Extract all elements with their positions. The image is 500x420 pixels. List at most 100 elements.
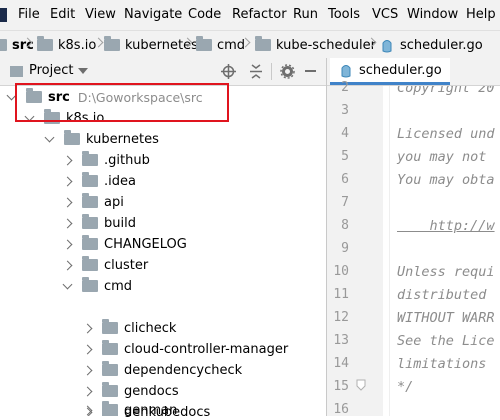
toolbar-divider: [271, 63, 272, 80]
tree-item-label: cloud-controller-manager: [124, 341, 289, 357]
chevron-right-icon[interactable]: [82, 323, 93, 333]
chevron-right-icon[interactable]: [62, 176, 73, 186]
line-number: 4: [341, 126, 349, 141]
gear-icon[interactable]: [280, 64, 295, 79]
chevron-right-icon[interactable]: [82, 365, 93, 375]
chevron-right-icon[interactable]: [82, 344, 93, 354]
chevron-down-icon[interactable]: [62, 279, 73, 289]
menu-refactor[interactable]: Refactor: [232, 7, 287, 23]
folder-icon: [196, 36, 212, 51]
tree-item-label: .github: [104, 152, 150, 168]
breadcrumb-k8s-io[interactable]: k8s.io: [37, 36, 96, 54]
chevron-right-icon[interactable]: [62, 239, 73, 249]
chevron-right-icon[interactable]: [62, 197, 73, 207]
folder-icon: [102, 382, 118, 397]
highlight-box: [15, 83, 229, 122]
collapse-all-icon[interactable]: [249, 64, 263, 79]
line-number: 5: [341, 149, 349, 164]
code-line: distributed: [397, 287, 487, 303]
breadcrumb-kube-scheduler[interactable]: kube-scheduler: [255, 36, 376, 54]
go-file-icon: [382, 40, 392, 53]
tree-item-dependencycheck[interactable]: dependencycheck: [82, 360, 242, 380]
code-editor[interactable]: Copyright 20 Licensed und you may not Yo…: [383, 86, 500, 416]
folder-icon: [82, 235, 98, 250]
code-line: See the Lice: [397, 333, 495, 349]
menu-run[interactable]: Run: [293, 7, 318, 23]
tree-item-cluster[interactable]: cluster: [62, 255, 148, 275]
chevron-right-icon[interactable]: [62, 155, 73, 165]
tree-item-build[interactable]: build: [62, 213, 136, 233]
folder-icon: [102, 401, 118, 416]
tree-item-label: build: [104, 215, 136, 231]
fold-marker-icon[interactable]: [356, 379, 366, 391]
chevron-right-icon[interactable]: [62, 260, 73, 270]
app-logo-icon: [0, 8, 7, 22]
breadcrumb-label: scheduler.go: [400, 37, 483, 53]
menu-help[interactable]: Help: [466, 7, 496, 23]
tree-item-label: cluster: [104, 257, 149, 273]
menu-window[interactable]: Window: [407, 7, 458, 23]
menu-edit[interactable]: Edit: [50, 7, 75, 23]
chevron-right-icon[interactable]: [82, 405, 93, 415]
panel-title[interactable]: Project: [29, 63, 73, 78]
code-line: you may not: [397, 149, 487, 165]
tree-item-label: .idea: [104, 173, 136, 189]
tree-item-kubernetes[interactable]: kubernetes: [44, 129, 159, 149]
tree-item-genman[interactable]: genman: [82, 400, 177, 420]
tree-item-gendocs[interactable]: gendocs: [82, 381, 179, 401]
folder-icon: [82, 214, 98, 229]
breadcrumb-cmd[interactable]: cmd: [196, 36, 245, 54]
folder-icon: [255, 36, 271, 51]
menu-tools[interactable]: Tools: [328, 7, 360, 23]
code-link[interactable]: http://w: [397, 218, 495, 234]
folder-icon: [104, 36, 120, 51]
editor-gutter: 2 3 4 5 6 7 8 9 10 11 12 13 14 15 16: [327, 80, 383, 417]
line-number: 3: [341, 103, 349, 118]
navigation-bar: src k8s.io kubernetes cmd kube-scheduler…: [0, 30, 500, 60]
tree-item-github[interactable]: .github: [62, 150, 150, 170]
code-line: WITHOUT WARR: [397, 310, 495, 326]
menu-file[interactable]: File: [18, 7, 40, 23]
menu-navigate[interactable]: Navigate: [124, 7, 182, 23]
chevron-right-icon[interactable]: [82, 386, 93, 396]
tree-item-label: dependencycheck: [124, 362, 243, 378]
minimize-icon[interactable]: [305, 70, 316, 72]
code-line: Copyright 20: [397, 86, 495, 96]
tree-item-cloud-controller-manager[interactable]: cloud-controller-manager: [82, 339, 288, 359]
line-number: 6: [341, 172, 349, 187]
line-number: 13: [333, 333, 349, 348]
menu-code[interactable]: Code: [188, 7, 221, 23]
indent-guide: [389, 86, 390, 416]
code-line: limitations: [397, 356, 487, 372]
tree-item-idea[interactable]: .idea: [62, 171, 136, 191]
breadcrumb-label: cmd: [217, 37, 246, 53]
line-number: 9: [341, 241, 349, 256]
menu-vcs[interactable]: VCS: [372, 7, 398, 23]
breadcrumb-kubernetes[interactable]: kubernetes: [104, 36, 198, 54]
line-number: 10: [333, 264, 349, 279]
folder-icon: [82, 277, 98, 292]
folder-icon: [82, 256, 98, 271]
line-number: 14: [333, 356, 349, 371]
chevron-down-icon[interactable]: [44, 132, 55, 142]
chevron-right-icon[interactable]: [62, 218, 73, 228]
editor-tab-bar: scheduler.go: [327, 58, 500, 86]
locate-target-icon[interactable]: [221, 64, 236, 79]
tree-item-changelog[interactable]: CHANGELOG: [62, 234, 187, 254]
folder-icon: [82, 172, 98, 187]
line-number: 11: [333, 287, 349, 302]
breadcrumb-scheduler-go[interactable]: scheduler.go: [380, 36, 483, 54]
menu-view[interactable]: View: [85, 7, 116, 23]
code-line: You may obta: [397, 172, 495, 188]
tree-item-label: kubernetes: [86, 131, 159, 147]
folder-icon: [82, 193, 98, 208]
tree-item-label: gendocs: [124, 383, 179, 399]
tree-item-clicheck[interactable]: clicheck: [82, 318, 176, 338]
dropdown-arrow-icon[interactable]: [78, 68, 88, 75]
tree-item-cmd[interactable]: cmd: [62, 276, 132, 296]
tree-item-label: api: [104, 194, 124, 210]
tree-item-api[interactable]: api: [62, 192, 124, 212]
project-icon: [10, 66, 23, 77]
folder-icon: [64, 130, 80, 145]
tree-item-label: CHANGELOG: [104, 236, 187, 252]
